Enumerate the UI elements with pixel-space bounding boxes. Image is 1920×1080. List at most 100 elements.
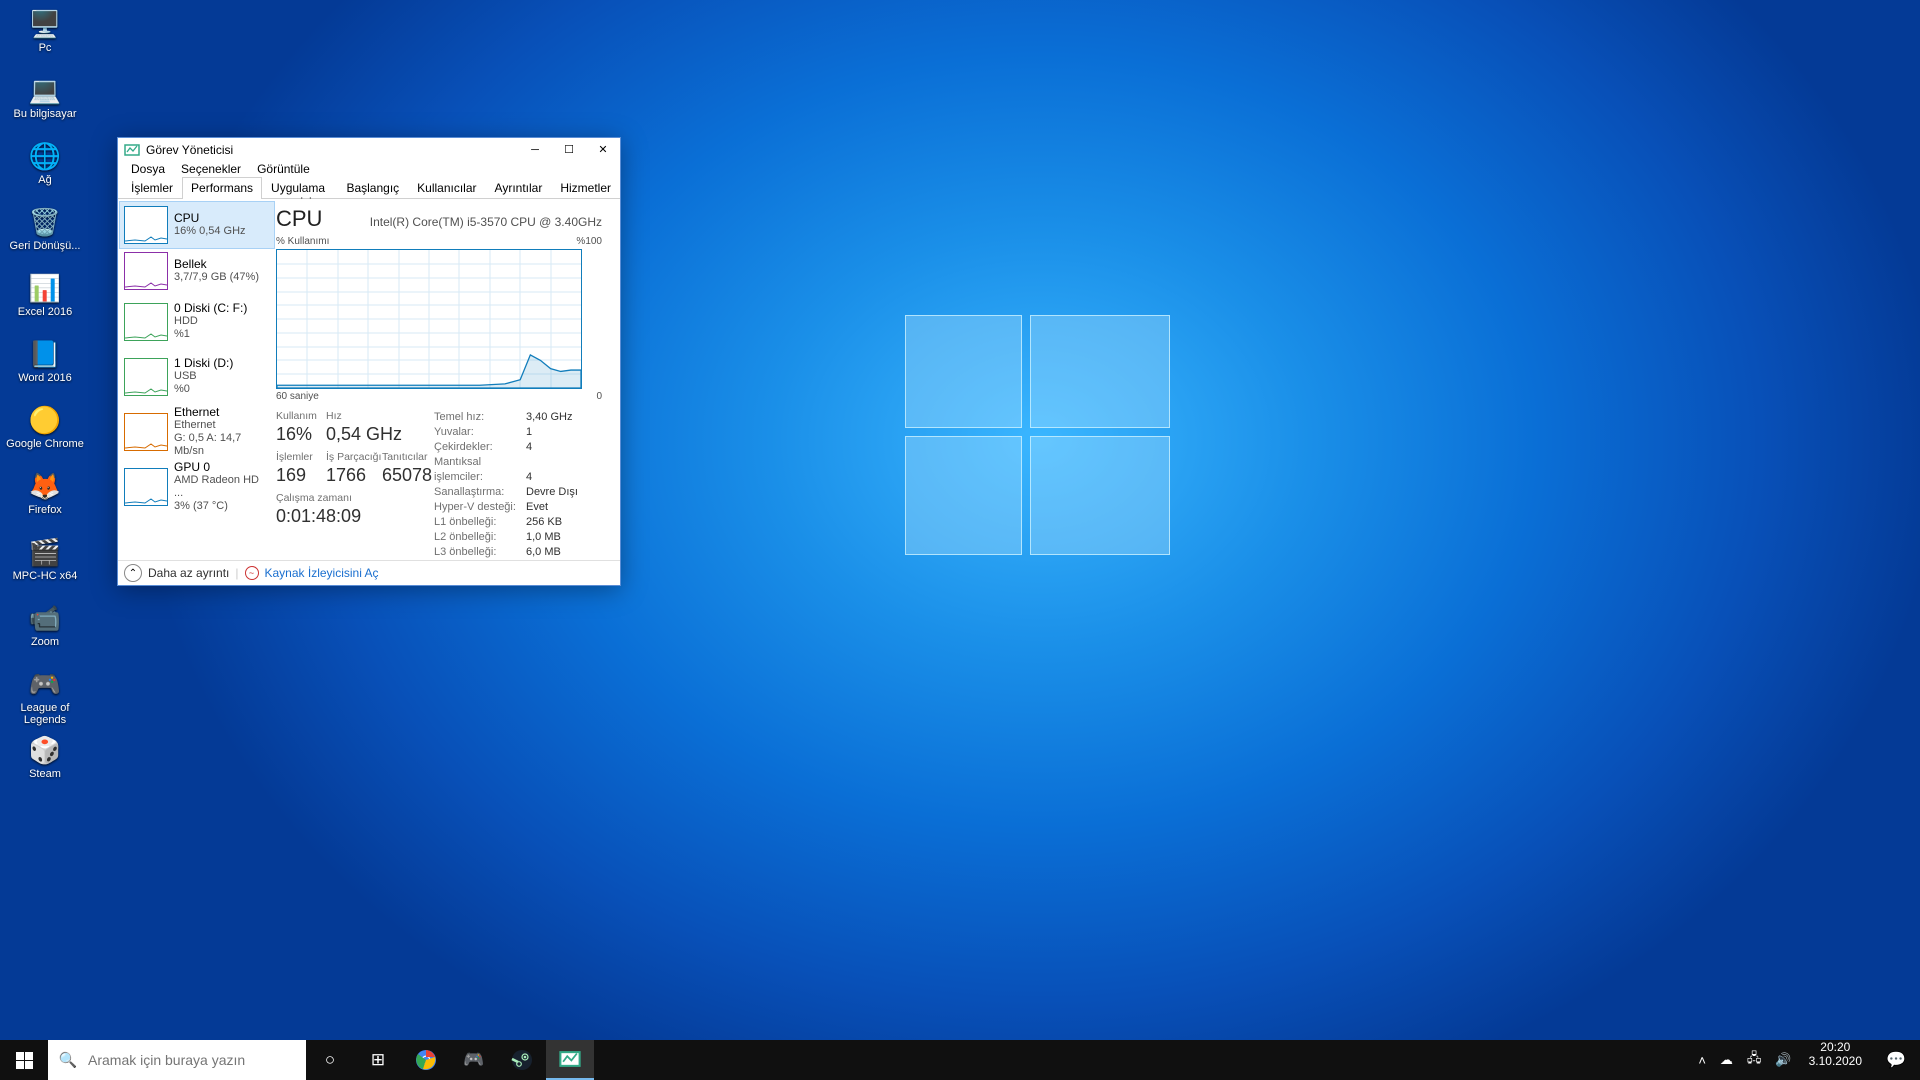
taskbar-clock[interactable]: 20:20 3.10.2020 bbox=[1799, 1040, 1872, 1080]
uptime-value: 0:01:48:09 bbox=[276, 506, 434, 527]
detail-kv-val: 1 bbox=[526, 426, 532, 438]
tray-overflow-icon[interactable]: ˄ bbox=[1691, 1040, 1713, 1080]
sidebar-item-3[interactable]: 1 Diski (D:)USB%0 bbox=[120, 349, 274, 404]
search-box[interactable]: 🔍 bbox=[48, 1040, 306, 1080]
sidebar-item-title: Ethernet bbox=[174, 406, 270, 419]
clock-time: 20:20 bbox=[1809, 1040, 1862, 1054]
action-center-icon[interactable]: 💬 bbox=[1872, 1040, 1920, 1080]
titlebar[interactable]: Görev Yöneticisi ─ ☐ ✕ bbox=[118, 138, 620, 161]
processes-value: 169 bbox=[276, 465, 326, 486]
sidebar-item-sub: USB bbox=[174, 370, 233, 383]
close-button[interactable]: ✕ bbox=[586, 138, 620, 161]
tab-2[interactable]: Uygulama geçmişi bbox=[262, 177, 337, 198]
desktop-icon-2[interactable]: 🌐Ağ bbox=[6, 138, 84, 202]
taskview-icon[interactable]: ⊞ bbox=[354, 1040, 402, 1080]
tab-5[interactable]: Ayrıntılar bbox=[486, 177, 552, 198]
menu-dosya[interactable]: Dosya bbox=[123, 161, 173, 177]
tray-onedrive-icon[interactable]: ☁ bbox=[1713, 1040, 1740, 1080]
desktop-icon-3[interactable]: 🗑️Geri Dönüşü... bbox=[6, 204, 84, 268]
sidebar-item-sub: HDD bbox=[174, 315, 247, 328]
search-icon: 🔍 bbox=[48, 1051, 88, 1069]
tab-3[interactable]: Başlangıç bbox=[337, 177, 408, 198]
desktop-icon-5[interactable]: 📘Word 2016 bbox=[6, 336, 84, 400]
sidebar-item-1[interactable]: Bellek3,7/7,9 GB (47%) bbox=[120, 248, 274, 294]
desktop-icon-image: 💻 bbox=[27, 72, 63, 108]
processes-label: İşlemler bbox=[276, 451, 326, 463]
sidebar-item-sub: G: 0,5 A: 14,7 Mb/sn bbox=[174, 432, 270, 458]
tabs: İşlemlerPerformansUygulama geçmişiBaşlan… bbox=[118, 177, 620, 199]
desktop-icon-11[interactable]: 🎲Steam bbox=[6, 732, 84, 796]
detail-kv-key: L1 önbelleği: bbox=[434, 515, 526, 530]
desktop-icon-label: Word 2016 bbox=[6, 372, 84, 384]
sidebar-spark-icon bbox=[124, 358, 168, 396]
menubar: DosyaSeçeneklerGörüntüle bbox=[118, 161, 620, 177]
tab-0[interactable]: İşlemler bbox=[122, 177, 182, 198]
desktop-icon-7[interactable]: 🦊Firefox bbox=[6, 468, 84, 532]
minimize-button[interactable]: ─ bbox=[518, 138, 552, 161]
speed-label: Hız bbox=[326, 410, 402, 422]
usage-value: 16% bbox=[276, 424, 326, 445]
sidebar-item-title: Bellek bbox=[174, 258, 259, 271]
tray-network-icon[interactable]: 🖧 bbox=[1740, 1040, 1769, 1080]
maximize-button[interactable]: ☐ bbox=[552, 138, 586, 161]
menu-seçenekler[interactable]: Seçenekler bbox=[173, 161, 249, 177]
detail-kv-key: Mantıksal işlemciler: bbox=[434, 455, 526, 485]
sidebar-item-sub: 3% (37 °C) bbox=[174, 500, 270, 513]
cpu-graph bbox=[276, 249, 582, 389]
desktop-icon-label: Bu bilgisayar bbox=[6, 108, 84, 120]
tab-6[interactable]: Hizmetler bbox=[551, 177, 620, 198]
desktop-icon-image: 🌐 bbox=[27, 138, 63, 174]
sidebar-item-title: 1 Diski (D:) bbox=[174, 357, 233, 370]
lol-taskbar-icon[interactable]: 🎮 bbox=[450, 1040, 498, 1080]
x-axis-right: 0 bbox=[596, 391, 602, 402]
chrome-taskbar-icon[interactable] bbox=[402, 1040, 450, 1080]
desktop-icon-image: 🖥️ bbox=[27, 6, 63, 42]
desktop-icon-1[interactable]: 💻Bu bilgisayar bbox=[6, 72, 84, 136]
search-input[interactable] bbox=[88, 1052, 288, 1068]
sidebar-item-2[interactable]: 0 Diski (C: F:)HDD%1 bbox=[120, 294, 274, 349]
desktop-icon-image: 🟡 bbox=[27, 402, 63, 438]
tray: ˄ ☁ 🖧 🔊 bbox=[1691, 1040, 1798, 1080]
steam-taskbar-icon[interactable] bbox=[498, 1040, 546, 1080]
desktop-icon-label: Ağ bbox=[6, 174, 84, 186]
desktop-icon-0[interactable]: 🖥️Pc bbox=[6, 6, 84, 70]
desktop-icon-6[interactable]: 🟡Google Chrome bbox=[6, 402, 84, 466]
detail-kv-key: L2 önbelleği: bbox=[434, 530, 526, 545]
detail-subtitle: Intel(R) Core(TM) i5-3570 CPU @ 3.40GHz bbox=[370, 215, 602, 229]
fewer-details-button[interactable]: Daha az ayrıntı bbox=[148, 566, 229, 580]
desktop-icon-label: League of Legends bbox=[6, 702, 84, 726]
start-button[interactable] bbox=[0, 1040, 48, 1080]
threads-value: 1766 bbox=[326, 465, 382, 486]
tab-4[interactable]: Kullanıcılar bbox=[408, 177, 485, 198]
desktop-icon-image: 🗑️ bbox=[27, 204, 63, 240]
resmon-icon: ~ bbox=[245, 566, 259, 580]
tray-volume-icon[interactable]: 🔊 bbox=[1768, 1040, 1798, 1080]
desktop-icon-9[interactable]: 📹Zoom bbox=[6, 600, 84, 664]
x-axis-left: 60 saniye bbox=[276, 391, 319, 402]
desktop-icon-image: 🎲 bbox=[27, 732, 63, 768]
desktop-icon-4[interactable]: 📊Excel 2016 bbox=[6, 270, 84, 334]
sidebar-item-sub: 16% 0,54 GHz bbox=[174, 225, 246, 238]
menu-görüntüle[interactable]: Görüntüle bbox=[249, 161, 318, 177]
desktop-icon-8[interactable]: 🎬MPC-HC x64 bbox=[6, 534, 84, 598]
tab-1[interactable]: Performans bbox=[182, 177, 262, 199]
desktop-icon-10[interactable]: 🎮League of Legends bbox=[6, 666, 84, 730]
detail-kv-key: Çekirdekler: bbox=[434, 440, 526, 455]
taskmgr-icon bbox=[124, 142, 140, 158]
sidebar-item-0[interactable]: CPU16% 0,54 GHz bbox=[120, 202, 274, 248]
taskmgr-taskbar-icon[interactable] bbox=[546, 1040, 594, 1080]
sidebar-item-5[interactable]: GPU 0AMD Radeon HD ...3% (37 °C) bbox=[120, 459, 274, 514]
detail-kv-val: 256 KB bbox=[526, 516, 562, 528]
desktop-icon-label: Geri Dönüşü... bbox=[6, 240, 84, 252]
open-resmon-link[interactable]: Kaynak İzleyicisini Aç bbox=[265, 566, 379, 580]
sidebar-item-sub: AMD Radeon HD ... bbox=[174, 474, 270, 500]
desktop-icon-image: 📹 bbox=[27, 600, 63, 636]
sidebar-item-4[interactable]: EthernetEthernetG: 0,5 A: 14,7 Mb/sn bbox=[120, 404, 274, 459]
perf-sidebar: CPU16% 0,54 GHzBellek3,7/7,9 GB (47%)0 D… bbox=[118, 199, 276, 560]
desktop-icon-image: 🎬 bbox=[27, 534, 63, 570]
sidebar-spark-icon bbox=[124, 206, 168, 244]
detail-kv-val: 6,0 MB bbox=[526, 546, 561, 558]
desktop-icon-label: Google Chrome bbox=[6, 438, 84, 450]
fewer-details-chevron-icon[interactable]: ⌃ bbox=[124, 564, 142, 582]
cortana-icon[interactable]: ○ bbox=[306, 1040, 354, 1080]
